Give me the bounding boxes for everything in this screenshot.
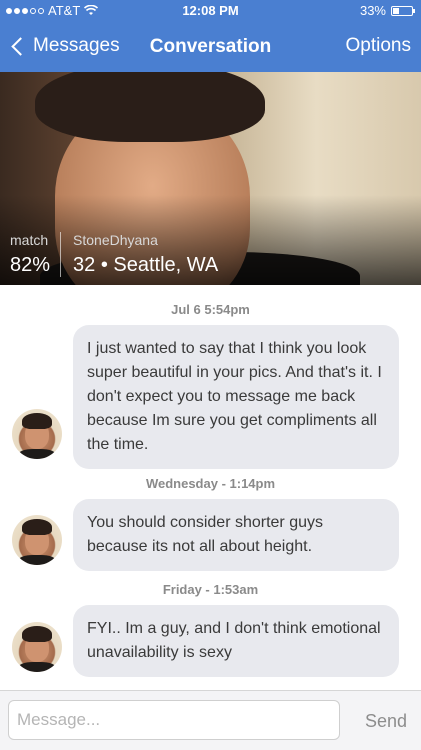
status-right: 33%	[359, 3, 415, 18]
timestamp: Wednesday - 1:14pm	[145, 476, 276, 491]
options-button[interactable]: Options	[346, 35, 411, 57]
match-label: match	[10, 232, 49, 248]
back-label: Messages	[33, 35, 120, 56]
message-bubble: You should consider shorter guys because…	[73, 499, 399, 571]
message-thread[interactable]: Jul 6 5:54pm I just wanted to say that I…	[0, 285, 421, 690]
status-bar: AT&T 12:08 PM 33%	[0, 0, 421, 22]
user-block: StoneDhyana 32 • Seattle, WA	[61, 232, 218, 277]
battery-percent: 33%	[359, 3, 386, 18]
message-bubble: FYI.. Im a guy, and I don't think emotio…	[73, 605, 399, 677]
battery-icon	[391, 5, 415, 16]
back-button[interactable]: Messages	[10, 35, 120, 57]
avatar[interactable]	[12, 622, 62, 672]
profile-photo[interactable]: match 82% StoneDhyana 32 • Seattle, WA	[0, 72, 421, 285]
match-block: match 82%	[10, 232, 62, 277]
composer-bar: Send	[0, 690, 421, 750]
username: StoneDhyana	[73, 232, 158, 248]
clock: 12:08 PM	[182, 3, 239, 18]
nav-bar: Messages Conversation Options	[0, 22, 421, 72]
send-button[interactable]: Send	[365, 711, 407, 732]
timestamp: Jul 6 5:54pm	[171, 302, 250, 317]
chevron-left-icon	[11, 36, 30, 56]
timestamp: Friday - 1:53am	[162, 582, 259, 597]
message-bubble: I just wanted to say that I think you lo…	[73, 325, 399, 469]
match-percent: 82%	[10, 254, 51, 276]
age-location: 32 • Seattle, WA	[73, 254, 219, 276]
avatar[interactable]	[12, 515, 62, 565]
avatar[interactable]	[12, 409, 62, 459]
message-input[interactable]	[8, 700, 340, 740]
profile-info: match 82% StoneDhyana 32 • Seattle, WA	[10, 232, 218, 277]
